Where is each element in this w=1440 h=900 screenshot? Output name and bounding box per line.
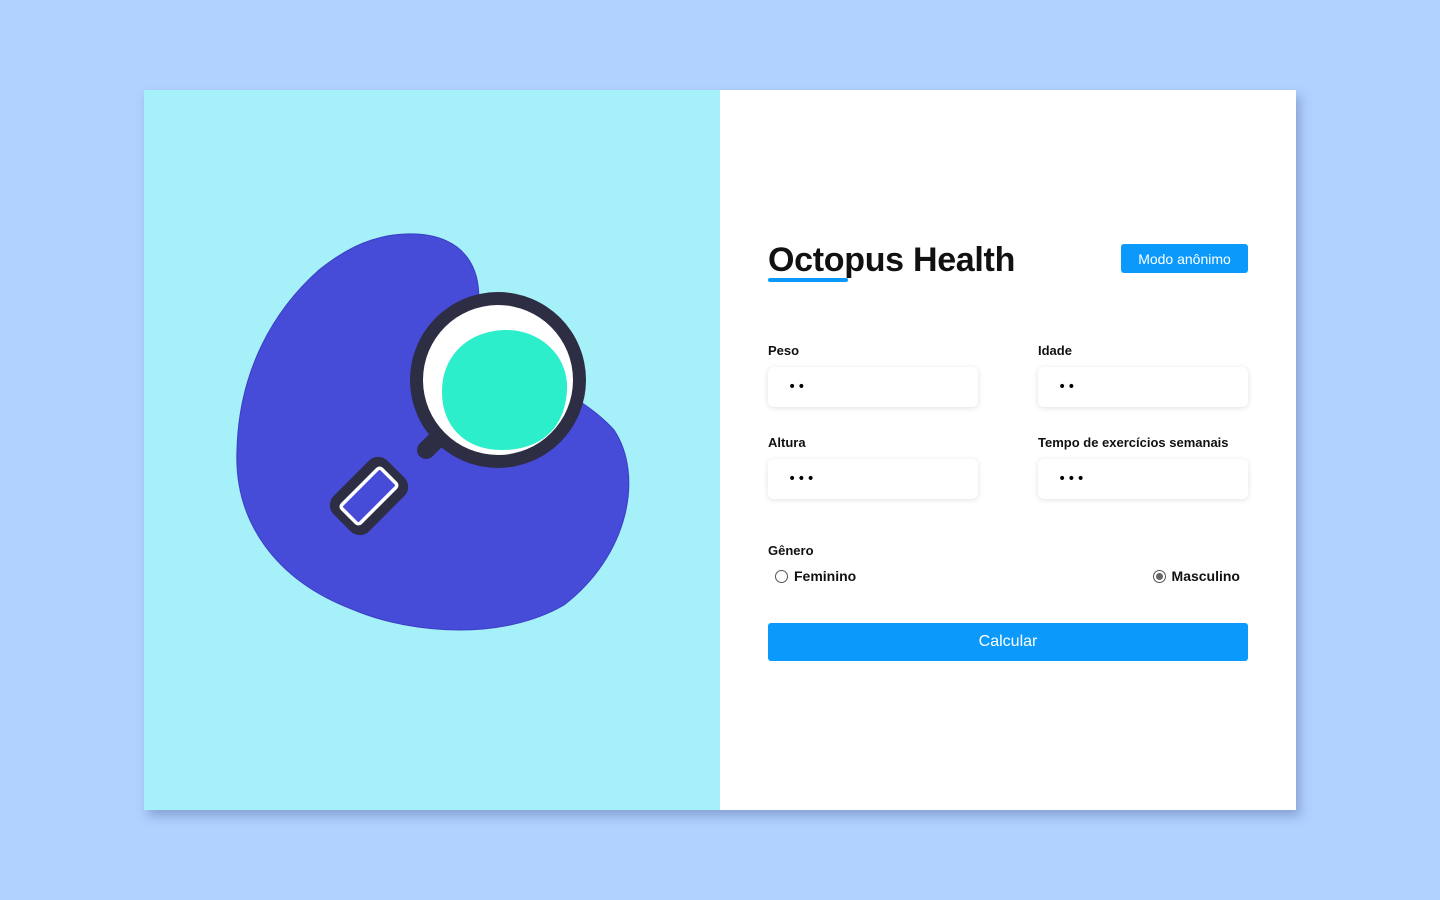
calculate-button[interactable]: Calcular — [768, 623, 1248, 661]
lens-tint — [442, 330, 568, 450]
gender-group: Gênero Feminino Masculino — [768, 543, 1248, 592]
title-underline — [768, 278, 848, 282]
exercise-time-label: Tempo de exercícios semanais — [1038, 435, 1229, 450]
gender-option-feminino[interactable]: Feminino — [775, 568, 856, 584]
age-label: Idade — [1038, 343, 1072, 358]
age-input[interactable] — [1038, 367, 1248, 407]
exercise-time-field-group: Tempo de exercícios semanais — [1038, 434, 1248, 499]
gender-options: Feminino Masculino — [768, 568, 1248, 592]
weight-label: Peso — [768, 343, 800, 358]
radio-masculino-label: Masculino — [1171, 568, 1240, 584]
radio-masculino[interactable] — [1152, 569, 1166, 583]
gender-label: Gênero — [768, 543, 814, 558]
illustration-panel — [144, 90, 720, 810]
height-field-group: Altura — [768, 434, 978, 499]
radio-feminino-label: Feminino — [794, 568, 857, 584]
radio-feminino[interactable] — [775, 569, 788, 583]
header: Octopus Health Modo anônimo — [768, 240, 1248, 288]
form-panel: Octopus Health Modo anônimo Peso Idade A… — [720, 90, 1296, 810]
weight-field-group: Peso — [768, 342, 978, 407]
main-card: Octopus Health Modo anônimo Peso Idade A… — [144, 90, 1296, 810]
exercise-time-input[interactable] — [1038, 459, 1248, 499]
height-input[interactable] — [768, 459, 978, 499]
magnifying-glass-illustration — [236, 233, 630, 631]
height-label: Altura — [768, 435, 806, 450]
age-field-group: Idade — [1038, 342, 1248, 407]
gender-option-masculino[interactable]: Masculino — [1152, 568, 1240, 584]
app-title: Octopus Health — [768, 241, 1016, 279]
weight-input[interactable] — [768, 367, 978, 407]
anonymous-mode-button[interactable]: Modo anônimo — [1121, 244, 1248, 273]
